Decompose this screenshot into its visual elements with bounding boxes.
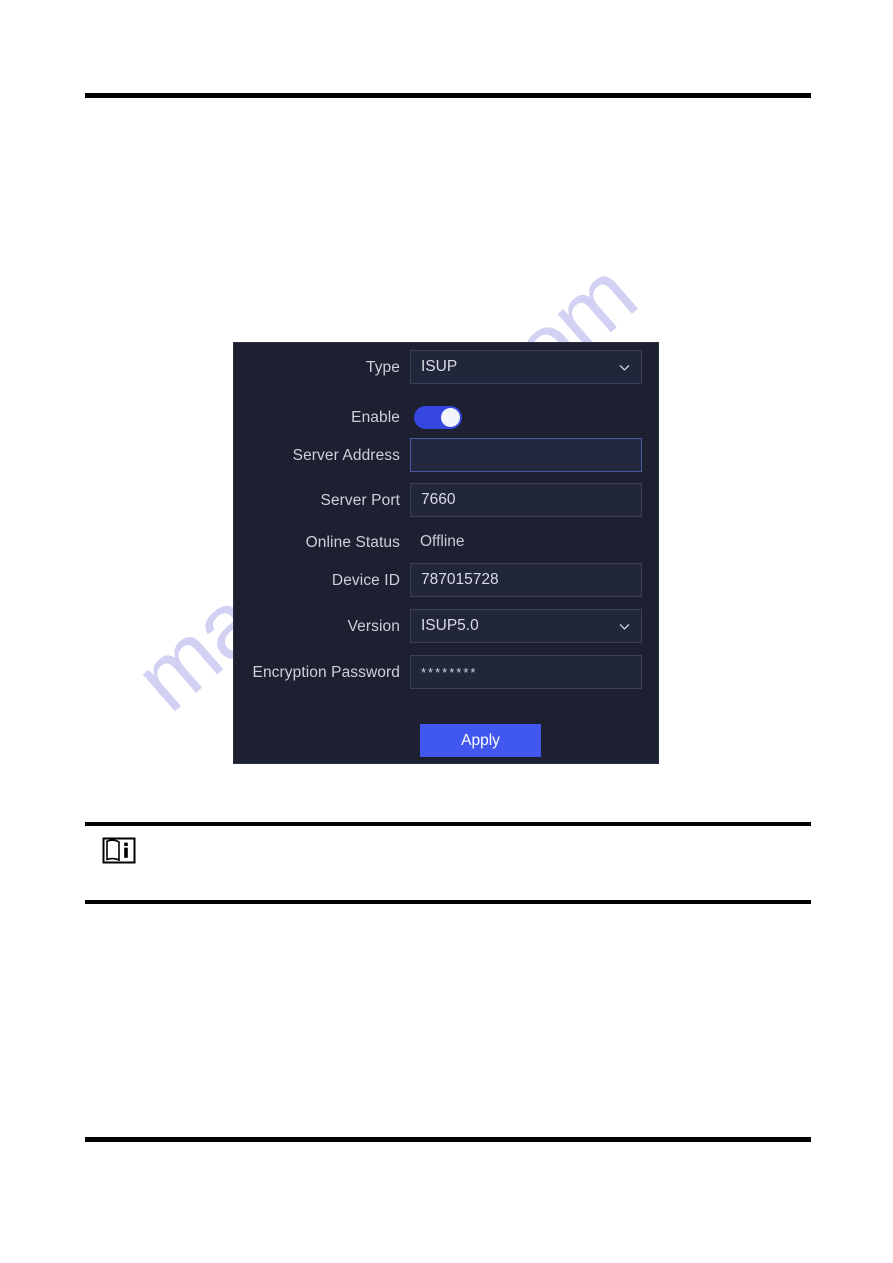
type-select-value: ISUP xyxy=(421,358,458,375)
enable-toggle[interactable] xyxy=(414,406,462,429)
encryption-password-input[interactable]: ******** xyxy=(410,655,642,689)
page-top-rule xyxy=(85,93,811,98)
device-id-value: 787015728 xyxy=(421,571,499,588)
type-select[interactable]: ISUP xyxy=(410,350,642,384)
apply-button[interactable]: Apply xyxy=(420,724,541,757)
version-select[interactable]: ISUP5.0 xyxy=(410,609,642,643)
chevron-down-icon xyxy=(619,364,630,371)
note-book-info-icon xyxy=(102,837,136,864)
control-version: ISUP5.0 xyxy=(410,609,658,645)
enable-toggle-knob xyxy=(441,408,460,427)
form-row-server-address: Server Address xyxy=(234,438,658,474)
note-bottom-rule xyxy=(85,900,811,904)
control-enable xyxy=(410,400,658,436)
control-type: ISUP xyxy=(410,350,658,386)
form-row-encryption-password: Encryption Password ******** xyxy=(234,655,658,691)
note-box xyxy=(85,822,811,904)
label-online-status: Online Status xyxy=(305,534,400,551)
form-row-type: Type ISUP xyxy=(234,350,658,386)
control-server-port: 7660 xyxy=(410,483,658,519)
online-status-value: Offline xyxy=(420,533,465,550)
server-address-input[interactable] xyxy=(410,438,642,472)
isup-settings-dialog: Type ISUP Enable Server Address Server P… xyxy=(234,343,658,763)
device-id-input[interactable]: 787015728 xyxy=(410,563,642,597)
control-encryption-password: ******** xyxy=(410,655,658,691)
server-port-input[interactable]: 7660 xyxy=(410,483,642,517)
version-select-value: ISUP5.0 xyxy=(421,617,479,634)
form-row-online-status: Online Status Offline xyxy=(234,525,658,561)
control-online-status: Offline xyxy=(410,525,658,561)
chevron-down-icon xyxy=(619,623,630,630)
encryption-password-value: ******** xyxy=(421,664,478,680)
label-type: Type xyxy=(365,359,400,376)
form-row-device-id: Device ID 787015728 xyxy=(234,563,658,599)
form-row-server-port: Server Port 7660 xyxy=(234,483,658,519)
form-row-enable: Enable xyxy=(234,400,658,436)
label-encryption-password: Encryption Password xyxy=(252,664,400,681)
label-server-port: Server Port xyxy=(320,492,400,509)
label-version: Version xyxy=(347,618,400,635)
label-server-address: Server Address xyxy=(292,447,400,464)
label-device-id: Device ID xyxy=(331,572,400,589)
form-row-version: Version ISUP5.0 xyxy=(234,609,658,645)
label-enable: Enable xyxy=(351,409,400,426)
page-bottom-rule xyxy=(85,1137,811,1142)
control-device-id: 787015728 xyxy=(410,563,658,599)
note-top-rule xyxy=(85,822,811,826)
control-server-address xyxy=(410,438,658,474)
server-port-value: 7660 xyxy=(421,491,456,508)
